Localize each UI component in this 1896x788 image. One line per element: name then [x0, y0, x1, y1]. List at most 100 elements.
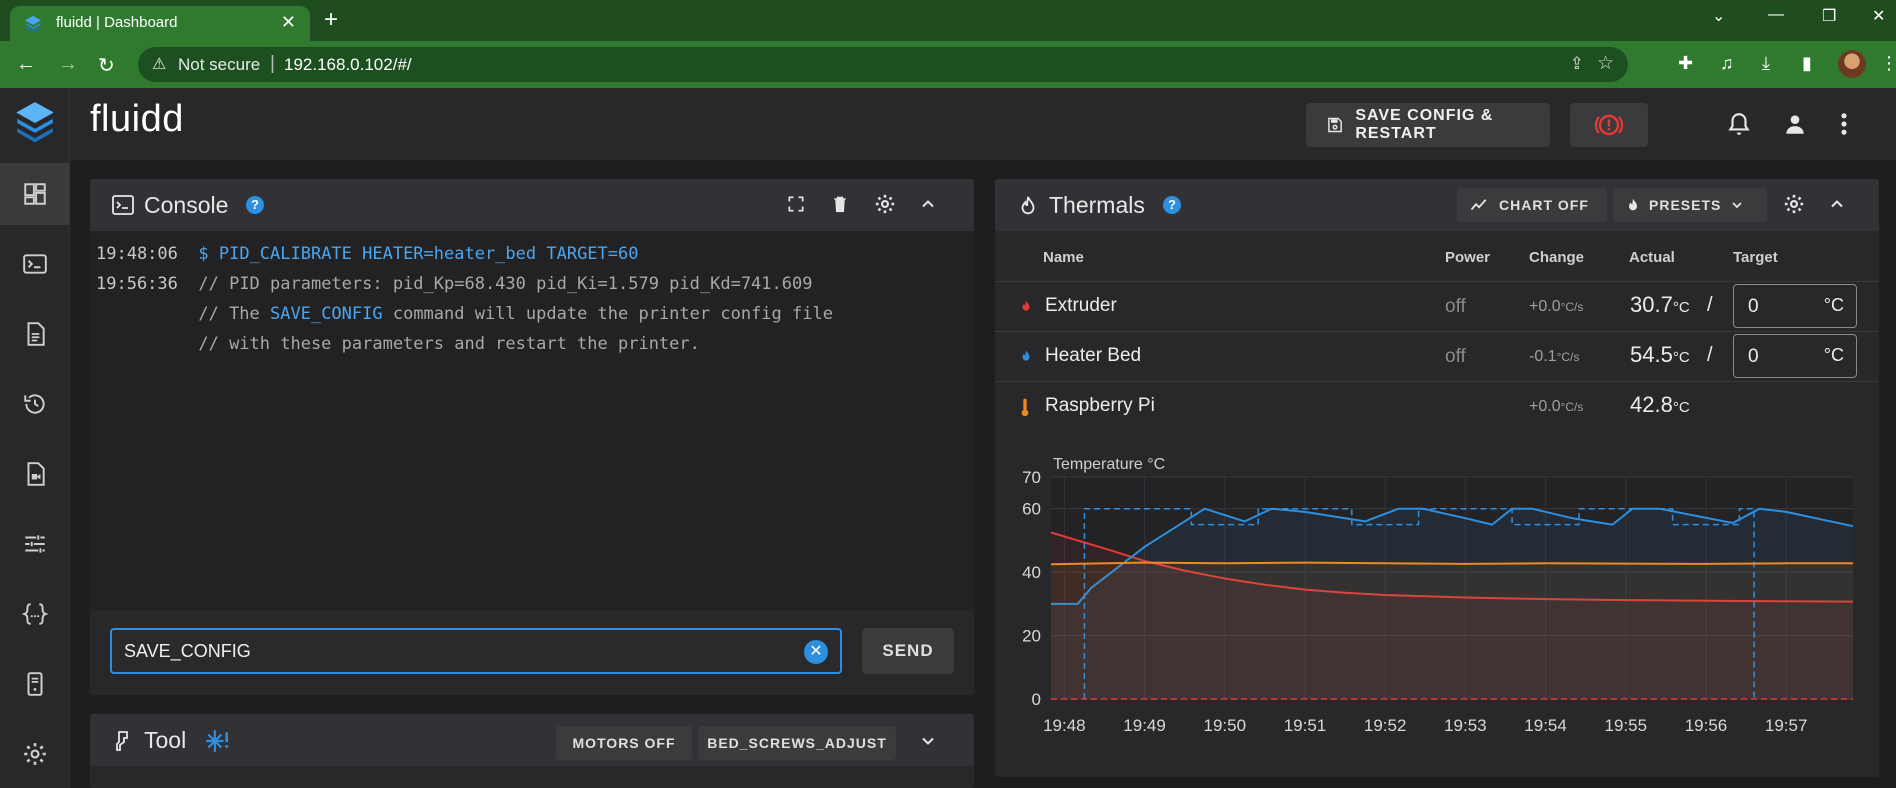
- console-settings-gear-icon[interactable]: [874, 193, 896, 220]
- target-temp-input[interactable]: 0 °C: [1733, 284, 1857, 328]
- temp-actual: 30.7°C: [1630, 292, 1690, 318]
- console-header: Console ?: [90, 179, 974, 231]
- minimize-icon[interactable]: —: [1768, 6, 1784, 24]
- nav-configuration[interactable]: [0, 583, 70, 645]
- nav-history[interactable]: [0, 373, 70, 435]
- chart-x-tick-label: 19:54: [1524, 716, 1567, 735]
- account-icon[interactable]: [1782, 110, 1808, 143]
- heater-bed-fire-icon: [1022, 350, 1030, 361]
- target-temp-input[interactable]: 0 °C: [1733, 334, 1857, 378]
- browser-tab-bar: fluidd | Dashboard ✕ + ⌄ — ❐ ✕: [0, 0, 1896, 41]
- temp-change: +0.0°C/s: [1529, 398, 1583, 416]
- file-video-icon: [27, 462, 45, 486]
- restore-icon[interactable]: ❐: [1822, 6, 1836, 26]
- target-temp-value[interactable]: 0: [1748, 296, 1759, 318]
- media-icon[interactable]: ♫: [1720, 53, 1734, 74]
- console-icon: [112, 195, 134, 215]
- expand-chevron-down-icon[interactable]: [918, 730, 938, 757]
- collapse-chevron-up-icon[interactable]: [918, 193, 938, 220]
- nav-dashboard[interactable]: [0, 163, 70, 225]
- browser-tab[interactable]: fluidd | Dashboard ✕: [10, 6, 310, 41]
- side-panel-icon[interactable]: ▮: [1802, 53, 1812, 74]
- chart-x-tick-label: 19:50: [1203, 716, 1246, 735]
- temp-change-value: +0.0: [1529, 398, 1561, 415]
- download-icon[interactable]: ⤓: [1762, 53, 1770, 74]
- chart-x-tick-label: 19:49: [1123, 716, 1166, 735]
- tool-header: Tool MOTORS OFF BED_SCREWS_ADJUST: [90, 714, 974, 766]
- console-command-field[interactable]: ✕: [110, 628, 842, 674]
- thermals-settings-gear-icon[interactable]: [1783, 193, 1805, 220]
- trash-icon[interactable]: [830, 193, 850, 220]
- tool-title: Tool: [144, 727, 187, 753]
- chart-x-tick-label: 19:55: [1604, 716, 1647, 735]
- window-close-icon[interactable]: ✕: [1872, 6, 1885, 26]
- temp-change-value: +0.0: [1529, 298, 1561, 315]
- server-icon: [27, 672, 43, 696]
- log-command[interactable]: $ PID_CALIBRATE HEATER=heater_bed TARGET…: [198, 244, 638, 264]
- nav-system[interactable]: [0, 653, 70, 715]
- app-bar: fluidd SAVE CONFIG & RESTART: [70, 88, 1896, 160]
- bed-screws-adjust-button[interactable]: BED_SCREWS_ADJUST: [698, 726, 896, 760]
- chart-x-tick-label: 19:48: [1043, 716, 1086, 735]
- log-line: 19:48:06 $ PID_CALIBRATE HEATER=heater_b…: [96, 244, 638, 264]
- chart-y-tick-label: 20: [1022, 627, 1041, 646]
- target-temp-unit: °C: [1823, 345, 1844, 365]
- bookmark-star-icon[interactable]: ☆: [1597, 52, 1614, 75]
- log-message: // The: [198, 304, 271, 324]
- back-icon[interactable]: ←: [16, 53, 36, 76]
- profile-avatar[interactable]: [1838, 50, 1866, 78]
- thermals-title: Thermals: [1049, 192, 1145, 218]
- tune-icon: [25, 535, 45, 553]
- nav-settings[interactable]: [0, 723, 70, 785]
- nav-console[interactable]: [0, 233, 70, 295]
- target-temp-value[interactable]: 0: [1748, 346, 1759, 368]
- emergency-stop-button[interactable]: [1570, 103, 1648, 147]
- log-message: command will update the printer config f…: [382, 304, 833, 324]
- chart-series-area-3: [1051, 562, 1853, 699]
- motors-off-button[interactable]: MOTORS OFF: [556, 726, 692, 760]
- temp-actual-value: 30.7: [1630, 292, 1673, 317]
- target-temp-unit: °C: [1823, 295, 1844, 315]
- clear-input-icon[interactable]: ✕: [804, 640, 828, 664]
- column-header-actual: Actual: [1629, 249, 1675, 266]
- help-icon[interactable]: ?: [246, 196, 264, 214]
- sensor-name[interactable]: Raspberry Pi: [1045, 395, 1155, 417]
- send-button[interactable]: SEND: [862, 628, 954, 674]
- chart-toggle-button[interactable]: CHART OFF: [1457, 188, 1607, 222]
- chart-x-tick-label: 19:51: [1284, 716, 1327, 735]
- chart-x-tick-label: 19:53: [1444, 716, 1487, 735]
- column-header-target: Target: [1733, 249, 1778, 266]
- bell-icon[interactable]: [1726, 110, 1752, 143]
- heater-name[interactable]: Extruder: [1045, 295, 1117, 317]
- temp-change: -0.1°C/s: [1529, 348, 1579, 366]
- forward-icon[interactable]: →: [58, 53, 78, 76]
- help-icon[interactable]: ?: [1163, 196, 1181, 214]
- omnibox[interactable]: ⚠ Not secure | 192.168.0.102/#/ ⇪ ☆: [138, 47, 1628, 82]
- collapse-chevron-up-icon[interactable]: [1827, 193, 1847, 220]
- fullscreen-icon[interactable]: [786, 193, 806, 220]
- new-tab-icon[interactable]: +: [324, 6, 338, 34]
- presets-button[interactable]: PRESETS: [1613, 188, 1767, 222]
- console-command-input[interactable]: [124, 638, 784, 664]
- tab-search-icon[interactable]: ⌄: [1712, 6, 1725, 26]
- extensions-icon[interactable]: ✚: [1678, 53, 1693, 74]
- fluidd-logo-icon[interactable]: [14, 100, 56, 146]
- share-icon[interactable]: ⇪: [1570, 54, 1584, 74]
- nav-timelapse[interactable]: [0, 443, 70, 505]
- url-text[interactable]: 192.168.0.102/#/: [284, 55, 412, 75]
- log-command-link[interactable]: SAVE_CONFIG: [270, 304, 383, 324]
- heater-power: off: [1445, 296, 1466, 317]
- code-braces-icon: [22, 603, 48, 625]
- tab-close-icon[interactable]: ✕: [281, 12, 296, 33]
- security-label: Not secure: [178, 55, 261, 74]
- app-menu-icon[interactable]: [1836, 110, 1852, 143]
- chart-title: Temperature °C: [1053, 456, 1165, 473]
- fire-icon: [1629, 198, 1637, 211]
- browser-menu-icon[interactable]: ⋮: [1880, 53, 1896, 74]
- chart-y-tick-label: 70: [1022, 468, 1041, 487]
- nav-jobs[interactable]: [0, 303, 70, 365]
- nav-tune[interactable]: [0, 513, 70, 575]
- reload-icon[interactable]: ↻: [98, 53, 115, 78]
- heater-name[interactable]: Heater Bed: [1045, 345, 1141, 367]
- save-config-restart-button[interactable]: SAVE CONFIG & RESTART: [1306, 103, 1550, 147]
